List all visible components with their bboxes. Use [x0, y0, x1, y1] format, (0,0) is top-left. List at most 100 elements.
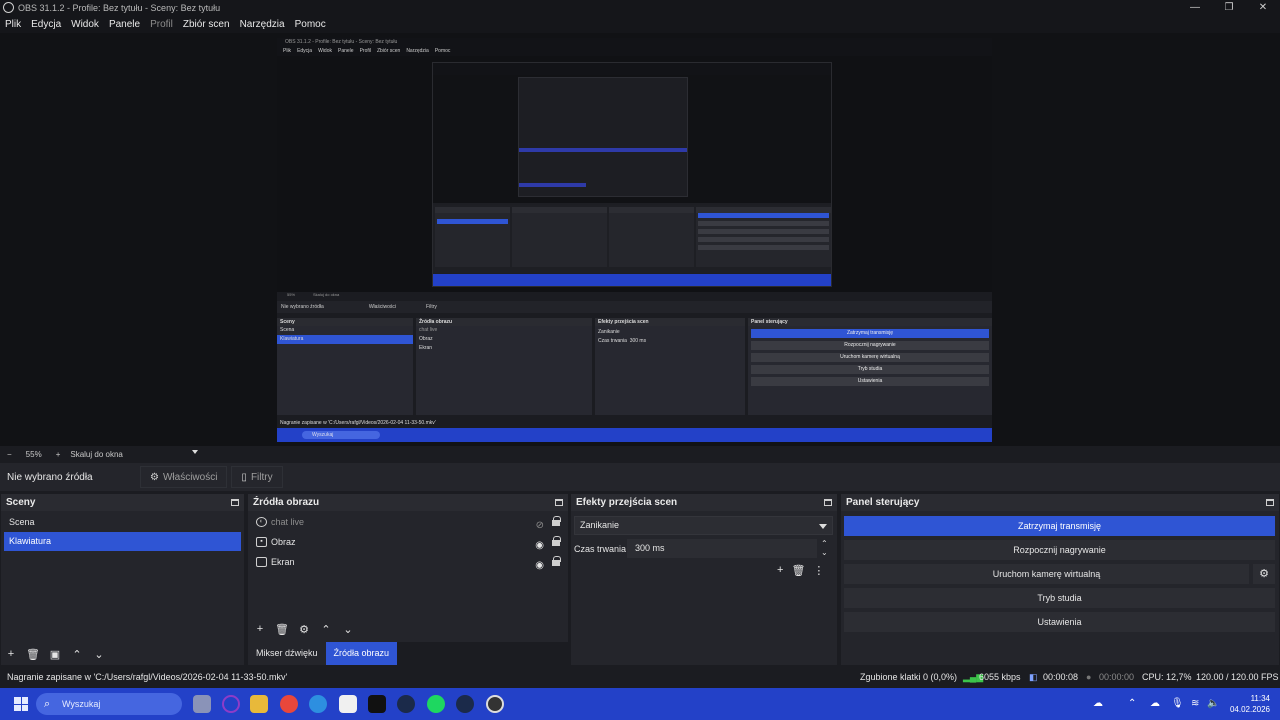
duration-stepper[interactable]: ⌃ ⌄ — [821, 539, 828, 557]
zoom-out-button[interactable]: − — [7, 450, 12, 459]
spotify-icon[interactable] — [427, 695, 445, 713]
nested-lower: 55% Skaluj do okna Nie wybrano źródła Właś… — [277, 292, 992, 442]
remove-scene-button[interactable]: 🗑 — [26, 648, 40, 661]
undock-icon[interactable] — [1266, 499, 1274, 506]
obs-logo-icon — [3, 2, 14, 13]
transition-select[interactable]: Zanikanie — [574, 516, 833, 535]
menu-edit[interactable]: Edycja — [26, 19, 66, 30]
lock-icon[interactable] — [552, 536, 561, 546]
tab-audio-mixer[interactable]: Mikser dźwięku — [248, 642, 326, 665]
move-source-down-button[interactable]: ⌄ — [341, 623, 355, 636]
chevron-down-icon[interactable] — [192, 450, 198, 454]
menu-scene-collection[interactable]: Zbiór scen — [178, 19, 235, 30]
source-toolbar: Nie wybrano źródła ⚙ Właściwości ▯ Filtry — [0, 463, 1280, 491]
menu-tools[interactable]: Narzędzia — [235, 19, 290, 30]
nested-status: Nagranie zapisane w 'C:/Users/rafgl/Vide… — [277, 418, 992, 428]
sources-toolbar: + 🗑 ⚙ ⌃ ⌄ — [253, 623, 355, 636]
eye-icon[interactable]: ◉ — [535, 556, 544, 576]
epic-games-icon[interactable] — [368, 695, 386, 713]
source-item-chat-live[interactable]: ◐ chat live ⊘ — [248, 512, 568, 532]
zoom-in-button[interactable]: + — [56, 450, 61, 459]
obs-taskbar-icon[interactable] — [486, 695, 504, 713]
chevron-up-icon[interactable]: ⌃ — [1128, 688, 1136, 720]
nested-taskbar: Wyszukaj — [277, 428, 992, 442]
filters-button[interactable]: ▯ Filtry — [231, 466, 283, 488]
speaker-icon[interactable]: 🔈 — [1207, 688, 1219, 720]
source-item-obraz[interactable]: ▪ Obraz ◉ — [248, 532, 568, 552]
preview-canvas[interactable]: OBS 31.1.2 - Profile: Bez tytułu - Sceny… — [277, 38, 992, 442]
chrome-icon[interactable] — [280, 695, 298, 713]
clock-time: 11:34 — [1250, 694, 1270, 703]
source-item-ekran[interactable]: Ekran ◉ — [248, 552, 568, 572]
move-scene-down-button[interactable]: ⌄ — [92, 648, 106, 661]
nested-inner-docks — [433, 205, 831, 273]
studio-mode-button[interactable]: Tryb studia — [844, 588, 1275, 608]
add-scene-button[interactable]: + — [4, 648, 18, 661]
microphone-icon[interactable]: 🎙 — [1171, 688, 1184, 720]
menu-file[interactable]: Plik — [0, 19, 26, 30]
remove-transition-button[interactable]: 🗑 — [791, 564, 805, 577]
taskbar-clock[interactable]: 11:34 04.02.2026 — [1230, 693, 1270, 715]
menu-view[interactable]: Widok — [66, 19, 104, 30]
move-source-up-button[interactable]: ⌃ — [319, 623, 333, 636]
nested-menu-item: Widok — [318, 48, 332, 54]
bitrate-value: 6055 kbps — [979, 672, 1021, 682]
add-transition-button[interactable]: + — [777, 564, 783, 577]
nested-canvas — [277, 56, 992, 292]
steam-icon[interactable] — [397, 695, 415, 713]
menu-docks[interactable]: Panele — [104, 19, 145, 30]
scene-item-scena[interactable]: Scena — [4, 513, 241, 532]
fps-value: 120.00 / 120.00 FPS — [1196, 672, 1279, 682]
undock-icon[interactable] — [824, 499, 832, 506]
settings-button[interactable]: Ustawienia — [844, 612, 1275, 632]
preview-area[interactable]: OBS 31.1.2 - Profile: Bez tytułu - Sceny… — [0, 33, 1280, 446]
start-recording-button[interactable]: Rozpocznij nagrywanie — [844, 540, 1275, 560]
task-view-icon[interactable] — [193, 695, 211, 713]
remove-source-button[interactable]: 🗑 — [275, 623, 289, 636]
controls-body: Zatrzymaj transmisję Rozpocznij nagrywan… — [841, 511, 1279, 665]
nested-transitions-dock: Efekty przejścia scen Zanikanie Czas trw… — [595, 318, 745, 415]
taskbar-search[interactable]: ⌕ Wyszukaj — [36, 693, 182, 715]
weather-icon[interactable]: ☁ — [1093, 688, 1103, 720]
scenes-dock-title: Sceny — [1, 494, 244, 511]
menu-help[interactable]: Pomoc — [290, 19, 331, 30]
edge-icon[interactable] — [309, 695, 327, 713]
filter-icon: ▯ — [241, 471, 247, 483]
undock-icon[interactable] — [231, 499, 239, 506]
notepad-icon[interactable] — [339, 695, 357, 713]
cloud-icon[interactable]: ☁ — [1150, 688, 1160, 720]
maximize-button[interactable]: ❐ — [1212, 0, 1246, 15]
status-message: Nagranie zapisane w 'C:/Users/rafgl/Vide… — [7, 672, 288, 682]
wifi-icon[interactable]: ≋ — [1191, 688, 1199, 720]
stream-icon: ◧ — [1029, 672, 1038, 682]
tab-sources[interactable]: Źródła obrazu — [325, 642, 398, 665]
move-scene-up-button[interactable]: ⌃ — [70, 648, 84, 661]
file-explorer-icon[interactable] — [250, 695, 268, 713]
lock-icon[interactable] — [552, 556, 561, 566]
scene-item-klawiatura[interactable]: Klawiatura — [4, 532, 241, 551]
nested-controls-dock: Panel sterujący Zatrzymaj transmisję Roz… — [748, 318, 992, 415]
scene-filters-button[interactable]: ▣ — [48, 648, 62, 661]
lock-icon[interactable] — [552, 516, 561, 526]
zoom-mode-select[interactable]: Skaluj do okna — [70, 450, 122, 459]
app-icon[interactable] — [222, 695, 240, 713]
undock-icon[interactable] — [555, 499, 563, 506]
no-source-label: Nie wybrano źródła — [7, 471, 93, 483]
source-properties-button[interactable]: ⚙ — [297, 623, 311, 636]
duration-input[interactable]: 300 ms — [627, 539, 817, 558]
windows-start-icon[interactable] — [14, 697, 28, 711]
start-virtual-camera-button[interactable]: Uruchom kamerę wirtualną — [844, 564, 1249, 584]
add-source-button[interactable]: + — [253, 623, 267, 636]
stop-streaming-button[interactable]: Zatrzymaj transmisję — [844, 516, 1275, 536]
virtual-camera-settings-button[interactable]: ⚙ — [1253, 564, 1275, 584]
nested-sources-dock: Źródła obrazu chat live Obraz Ekran — [416, 318, 592, 415]
dock-tabs: Mikser dźwięku Źródła obrazu — [248, 642, 398, 665]
menu-profile[interactable]: Profil — [145, 19, 178, 30]
close-button[interactable]: ✕ — [1246, 0, 1280, 15]
minimize-button[interactable]: — — [1178, 0, 1212, 15]
properties-button[interactable]: ⚙ Właściwości — [140, 466, 228, 488]
steam-icon[interactable] — [456, 695, 474, 713]
search-icon: ⌕ — [44, 698, 51, 710]
transition-menu-button[interactable]: ⋮ — [813, 564, 824, 577]
window-title: OBS 31.1.2 - Profile: Bez tytułu - Sceny… — [18, 2, 221, 13]
